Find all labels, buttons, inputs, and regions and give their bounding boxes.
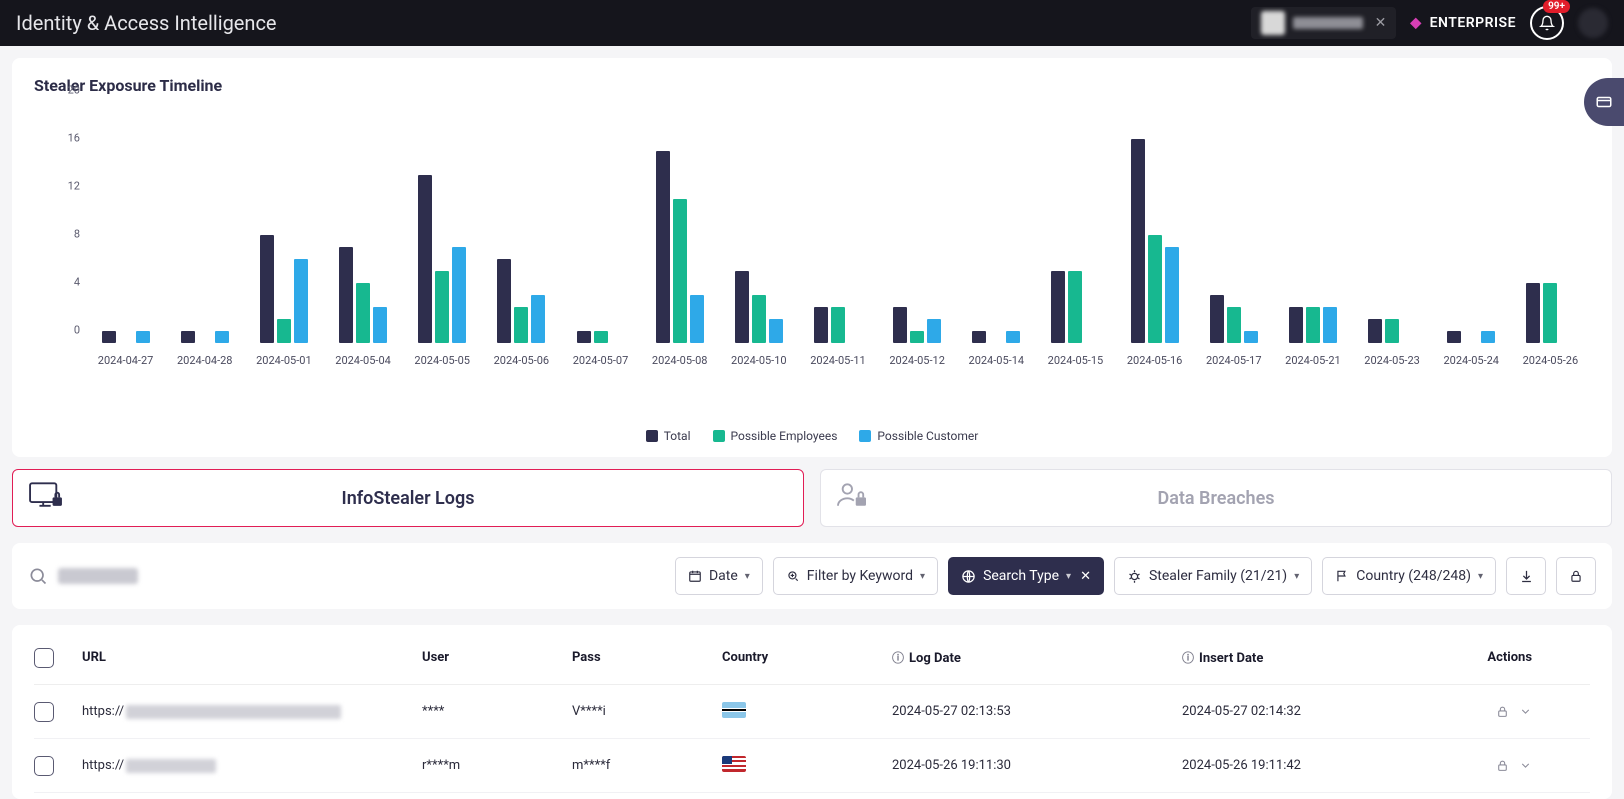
diamond-icon: ◆ [1410,15,1421,31]
col-actions: Actions [1442,650,1532,665]
select-all-checkbox[interactable] [34,648,54,668]
clear-filter-icon[interactable]: ✕ [1080,569,1091,584]
monitor-lock-icon [27,481,65,516]
chart-plot-area: 2024-04-272024-04-282024-05-012024-05-04… [86,103,1590,343]
country-filter-button[interactable]: Country (248/248) ▾ [1322,557,1496,595]
chart-legend: TotalPossible EmployeesPossible Customer [34,429,1590,443]
table-row: https://r****mm****f 2024-05-26 19:11:302… [34,739,1590,793]
download-icon [1519,569,1534,584]
flag-us-icon [722,756,746,772]
calendar-icon [688,569,702,583]
cell-log-date: 2024-05-26 19:11:30 [892,758,1182,773]
chevron-down-icon: ▾ [1066,571,1071,582]
chevron-down-icon: ▾ [1478,571,1483,582]
table-header-row: URL User Pass Country ⓘLog Date ⓘInsert … [34,631,1590,685]
cell-user: r****m [422,758,572,773]
date-filter-button[interactable]: Date ▾ [675,557,763,595]
cell-actions [1442,759,1532,772]
cell-actions [1442,705,1532,718]
col-pass: Pass [572,650,722,665]
info-icon: ⓘ [1182,651,1194,665]
tab-data-breaches[interactable]: Data Breaches [820,469,1612,527]
download-button[interactable] [1506,557,1546,595]
cell-pass: m****f [572,758,722,773]
user-chip[interactable]: ✕ [1251,7,1397,39]
header-right: ✕ ◆ ENTERPRISE 99+ [1251,6,1608,40]
notification-count-badge: 99+ [1543,0,1570,13]
filter-label: Filter by Keyword [807,568,913,584]
cell-url: https:// [82,704,422,719]
cell-log-date: 2024-05-27 02:13:53 [892,704,1182,719]
row-checkbox[interactable] [34,756,54,776]
cell-pass: V****i [572,704,722,719]
timeline-chart-card: Stealer Exposure Timeline 048121620 2024… [12,58,1612,457]
cell-user: **** [422,704,572,719]
cell-country [722,702,892,722]
chevron-down-icon: ▾ [920,571,925,582]
filter-label: Country (248/248) [1356,568,1471,584]
chevron-down-icon: ▾ [745,571,750,582]
close-icon[interactable]: ✕ [1375,15,1387,31]
lock-button[interactable] [1556,557,1596,595]
filter-label: Search Type [983,568,1059,584]
plan-badge[interactable]: ◆ ENTERPRISE [1410,15,1516,31]
search-value-blurred [58,568,138,584]
col-log-date: ⓘLog Date [892,649,1182,666]
flag-bw-icon [722,702,746,718]
filter-label: Date [709,568,738,584]
language-selector[interactable] [1578,8,1608,38]
table-row: https://****V****i 2024-05-27 02:13:53202… [34,685,1590,739]
card-icon [1595,93,1613,111]
cell-insert-date: 2024-05-26 19:11:42 [1182,758,1442,773]
col-insert-date: ⓘInsert Date [1182,649,1442,666]
col-user: User [422,650,572,665]
section-tabs: InfoStealer Logs Data Breaches [12,469,1612,527]
search-icon [28,566,48,586]
zoom-icon [786,569,800,583]
chart-title: Stealer Exposure Timeline [34,76,1590,95]
flag-icon [1335,569,1349,583]
timeline-chart: 048121620 2024-04-272024-04-282024-05-01… [52,103,1590,393]
user-lock-icon [835,482,869,515]
row-checkbox[interactable] [34,702,54,722]
keyword-filter-button[interactable]: Filter by Keyword ▾ [773,557,938,595]
lock-icon [1569,569,1583,583]
lock-icon[interactable] [1496,705,1509,718]
stealer-family-filter-button[interactable]: Stealer Family (21/21) ▾ [1114,557,1312,595]
cell-url: https:// [82,758,422,773]
tab-label: Data Breaches [1157,488,1274,509]
search-type-filter-button[interactable]: Search Type ▾ ✕ [948,557,1104,595]
globe-icon [961,569,976,584]
tab-infostealer-logs[interactable]: InfoStealer Logs [12,469,804,527]
tab-label: InfoStealer Logs [342,488,475,509]
avatar [1261,11,1285,35]
user-name-blurred [1293,17,1363,29]
side-drawer-button[interactable] [1584,78,1624,126]
col-country: Country [722,650,892,665]
notifications-button[interactable]: 99+ [1530,6,1564,40]
bug-icon [1127,569,1142,584]
chart-y-axis: 048121620 [52,103,80,343]
filter-bar: Date ▾ Filter by Keyword ▾ Search Type ▾… [12,543,1612,609]
logs-table: URL User Pass Country ⓘLog Date ⓘInsert … [12,625,1612,799]
chevron-down-icon: ▾ [1294,571,1299,582]
lock-icon[interactable] [1496,759,1509,772]
chevron-down-icon[interactable] [1519,705,1532,718]
chevron-down-icon[interactable] [1519,759,1532,772]
cell-insert-date: 2024-05-27 02:14:32 [1182,704,1442,719]
col-url: URL [82,650,422,665]
cell-country [722,756,892,776]
bell-icon [1539,15,1555,31]
plan-label: ENTERPRISE [1430,15,1516,31]
page-title: Identity & Access Intelligence [16,11,277,35]
app-header: Identity & Access Intelligence ✕ ◆ ENTER… [0,0,1624,46]
info-icon: ⓘ [892,651,904,665]
search-input[interactable] [28,566,665,586]
filter-label: Stealer Family (21/21) [1149,568,1287,584]
